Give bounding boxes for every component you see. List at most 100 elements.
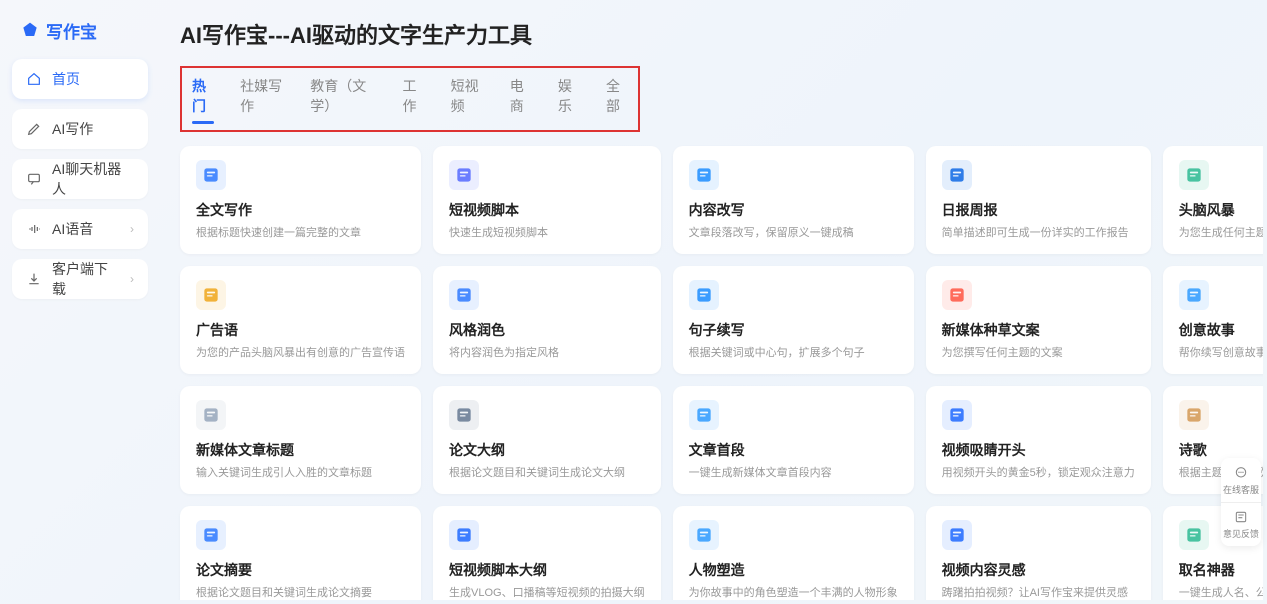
- float-buttons: 在线客服 意见反馈: [1221, 458, 1261, 546]
- sidebar-item-0[interactable]: 首页: [12, 59, 148, 99]
- tool-card-17[interactable]: 人物塑造为你故事中的角色塑造一个丰满的人物形象: [673, 506, 914, 600]
- card-title: 短视频脚本: [449, 200, 645, 220]
- tool-card-0[interactable]: 全文写作根据标题快速创建一篇完整的文章: [180, 146, 421, 254]
- card-desc: 为你故事中的角色塑造一个丰满的人物形象: [689, 586, 898, 600]
- card-icon: [689, 400, 719, 430]
- sidebar: 写作宝 首页AI写作AI聊天机器人AI语音›客户端下载›: [4, 4, 156, 600]
- card-title: 人物塑造: [689, 560, 898, 580]
- card-desc: 根据论文题目和关键词生成论文大纲: [449, 466, 645, 481]
- card-title: 新媒体种草文案: [942, 320, 1135, 340]
- card-title: 日报周报: [942, 200, 1135, 220]
- card-icon: [1179, 280, 1209, 310]
- tab-0[interactable]: 热门: [192, 70, 214, 122]
- tool-card-18[interactable]: 视频内容灵感踌躇拍拍视频？让AI写作宝来提供灵感: [926, 506, 1151, 600]
- tool-card-2[interactable]: 内容改写文章段落改写，保留原义一键成稿: [673, 146, 914, 254]
- card-icon: [689, 520, 719, 550]
- logo-text: 写作宝: [46, 18, 97, 43]
- tab-2[interactable]: 教育（文学）: [310, 70, 376, 122]
- tool-card-11[interactable]: 论文大纲根据论文题目和关键词生成论文大纲: [433, 386, 661, 494]
- card-desc: 一键生成人名、公司名和: [1179, 586, 1263, 600]
- card-icon: [449, 280, 479, 310]
- tool-card-15[interactable]: 论文摘要根据论文题目和关键词生成论文摘要: [180, 506, 421, 600]
- card-title: 短视频脚本大纲: [449, 560, 645, 580]
- card-icon: [196, 520, 226, 550]
- sidebar-item-label: AI写作: [52, 119, 93, 139]
- tab-1[interactable]: 社媒写作: [240, 70, 284, 122]
- card-icon: [942, 160, 972, 190]
- sidebar-item-label: AI聊天机器人: [52, 159, 134, 199]
- card-icon: [689, 160, 719, 190]
- float-feedback[interactable]: 意见反馈: [1221, 502, 1261, 546]
- card-desc: 一键生成新媒体文章首段内容: [689, 466, 898, 481]
- home-icon: [26, 71, 42, 87]
- card-title: 新媒体文章标题: [196, 440, 405, 460]
- card-title: 广告语: [196, 320, 405, 340]
- sidebar-item-label: AI语音: [52, 219, 93, 239]
- sidebar-item-label: 首页: [52, 69, 80, 89]
- card-desc: 为您的产品头脑风暴出有创意的广告宣传语: [196, 346, 405, 361]
- card-title: 论文大纲: [449, 440, 645, 460]
- card-icon: [449, 160, 479, 190]
- chat-bubble-icon: [1233, 465, 1249, 481]
- tab-7[interactable]: 全部: [606, 70, 628, 122]
- tool-card-9[interactable]: 创意故事帮你续写创意故事: [1163, 266, 1263, 374]
- tab-4[interactable]: 短视频: [451, 70, 484, 122]
- tool-card-6[interactable]: 风格润色将内容润色为指定风格: [433, 266, 661, 374]
- tool-card-13[interactable]: 视频吸睛开头用视频开头的黄金5秒，锁定观众注意力: [926, 386, 1151, 494]
- card-desc: 根据关键词或中心句，扩展多个句子: [689, 346, 898, 361]
- card-desc: 文章段落改写，保留原义一键成稿: [689, 226, 898, 241]
- tab-6[interactable]: 娱乐: [558, 70, 580, 122]
- download-icon: [26, 271, 42, 287]
- main-content: AI写作宝---AI驱动的文字生产力工具 热门社媒写作教育（文学） 工作短视频电商…: [156, 4, 1263, 600]
- chevron-right-icon: ›: [130, 222, 134, 236]
- card-icon: [942, 280, 972, 310]
- card-desc: 用视频开头的黄金5秒，锁定观众注意力: [942, 466, 1135, 481]
- logo-mark-icon: [20, 21, 40, 41]
- tool-card-16[interactable]: 短视频脚本大纲生成VLOG、口播稿等短视频的拍摄大纲: [433, 506, 661, 600]
- tab-5[interactable]: 电商: [510, 70, 532, 122]
- sidebar-item-4[interactable]: 客户端下载›: [12, 259, 148, 299]
- card-icon: [1179, 400, 1209, 430]
- card-icon: [689, 280, 719, 310]
- card-desc: 为您生成任何主题的知识要点: [1179, 226, 1263, 241]
- card-icon: [942, 520, 972, 550]
- card-title: 全文写作: [196, 200, 405, 220]
- card-desc: 踌躇拍拍视频？让AI写作宝来提供灵感: [942, 586, 1135, 600]
- tool-card-1[interactable]: 短视频脚本快速生成短视频脚本: [433, 146, 661, 254]
- card-icon: [449, 400, 479, 430]
- float-online-service[interactable]: 在线客服: [1221, 458, 1261, 502]
- sidebar-item-3[interactable]: AI语音 ›: [12, 209, 148, 249]
- card-title: 文章首段: [689, 440, 898, 460]
- tab-3[interactable]: 工作: [403, 70, 425, 122]
- sidebar-item-2[interactable]: AI聊天机器人: [12, 159, 148, 199]
- tool-card-4[interactable]: 头脑风暴为您生成任何主题的知识要点: [1163, 146, 1263, 254]
- tool-card-7[interactable]: 句子续写根据关键词或中心句，扩展多个句子: [673, 266, 914, 374]
- category-tabs-highlight: 热门社媒写作教育（文学） 工作短视频电商娱乐全部: [180, 66, 640, 132]
- tool-card-10[interactable]: 新媒体文章标题输入关键词生成引人入胜的文章标题: [180, 386, 421, 494]
- card-title: 视频吸睛开头: [942, 440, 1135, 460]
- tool-card-3[interactable]: 日报周报简单描述即可生成一份详实的工作报告: [926, 146, 1151, 254]
- card-icon: [1179, 160, 1209, 190]
- page-title: AI写作宝---AI驱动的文字生产力工具: [180, 18, 1245, 50]
- feedback-icon: [1233, 509, 1249, 525]
- card-icon: [449, 520, 479, 550]
- tool-card-12[interactable]: 文章首段一键生成新媒体文章首段内容: [673, 386, 914, 494]
- tool-card-8[interactable]: 新媒体种草文案为您撰写任何主题的文案: [926, 266, 1151, 374]
- card-title: 取名神器: [1179, 560, 1263, 580]
- card-title: 视频内容灵感: [942, 560, 1135, 580]
- logo: 写作宝: [12, 12, 148, 59]
- card-desc: 根据论文题目和关键词生成论文摘要: [196, 586, 405, 600]
- card-title: 诗歌: [1179, 440, 1263, 460]
- chevron-right-icon: ›: [130, 272, 134, 286]
- card-title: 创意故事: [1179, 320, 1263, 340]
- card-desc: 帮你续写创意故事: [1179, 346, 1263, 361]
- card-desc: 生成VLOG、口播稿等短视频的拍摄大纲: [449, 586, 645, 600]
- card-title: 论文摘要: [196, 560, 405, 580]
- card-icon: [196, 400, 226, 430]
- card-desc: 简单描述即可生成一份详实的工作报告: [942, 226, 1135, 241]
- sidebar-item-1[interactable]: AI写作: [12, 109, 148, 149]
- card-title: 头脑风暴: [1179, 200, 1263, 220]
- card-desc: 将内容润色为指定风格: [449, 346, 645, 361]
- tool-card-5[interactable]: 广告语为您的产品头脑风暴出有创意的广告宣传语: [180, 266, 421, 374]
- tool-grid: 全文写作根据标题快速创建一篇完整的文章短视频脚本快速生成短视频脚本内容改写文章段…: [180, 146, 1245, 600]
